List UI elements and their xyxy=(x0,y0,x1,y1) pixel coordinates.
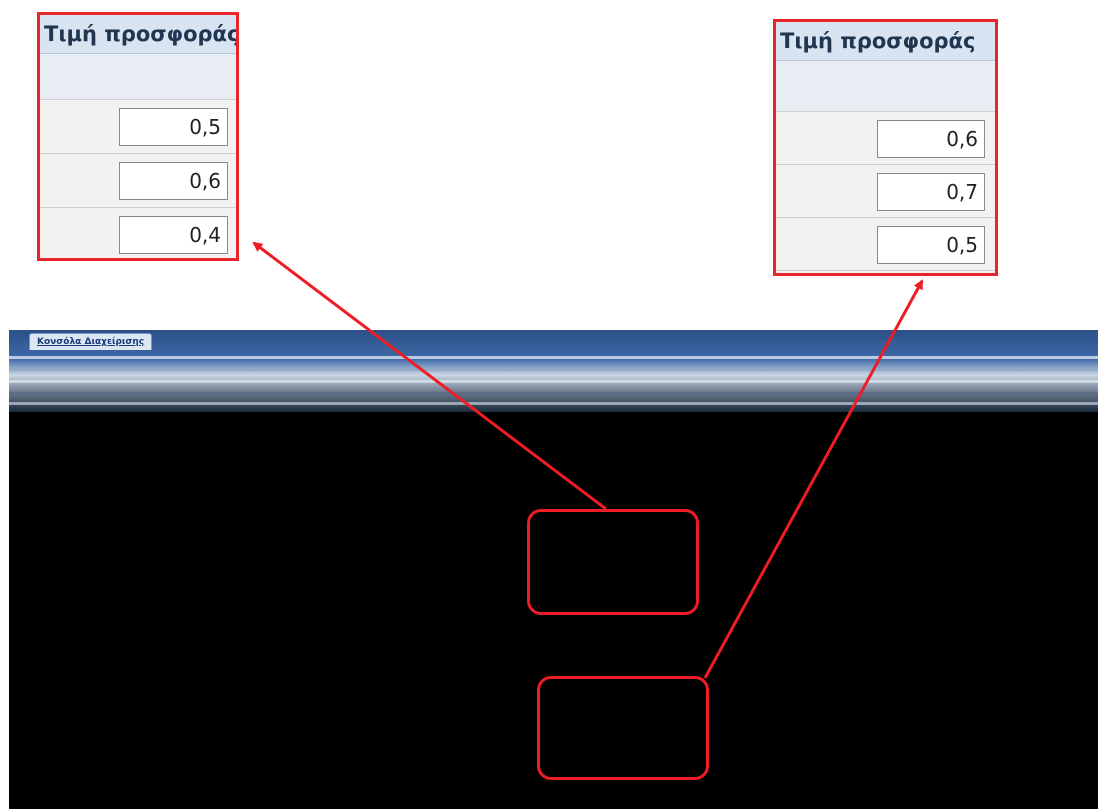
arrow-to-left-callout xyxy=(252,241,607,511)
arrow-to-right-callout xyxy=(703,279,924,679)
annotation-arrows xyxy=(252,241,924,679)
